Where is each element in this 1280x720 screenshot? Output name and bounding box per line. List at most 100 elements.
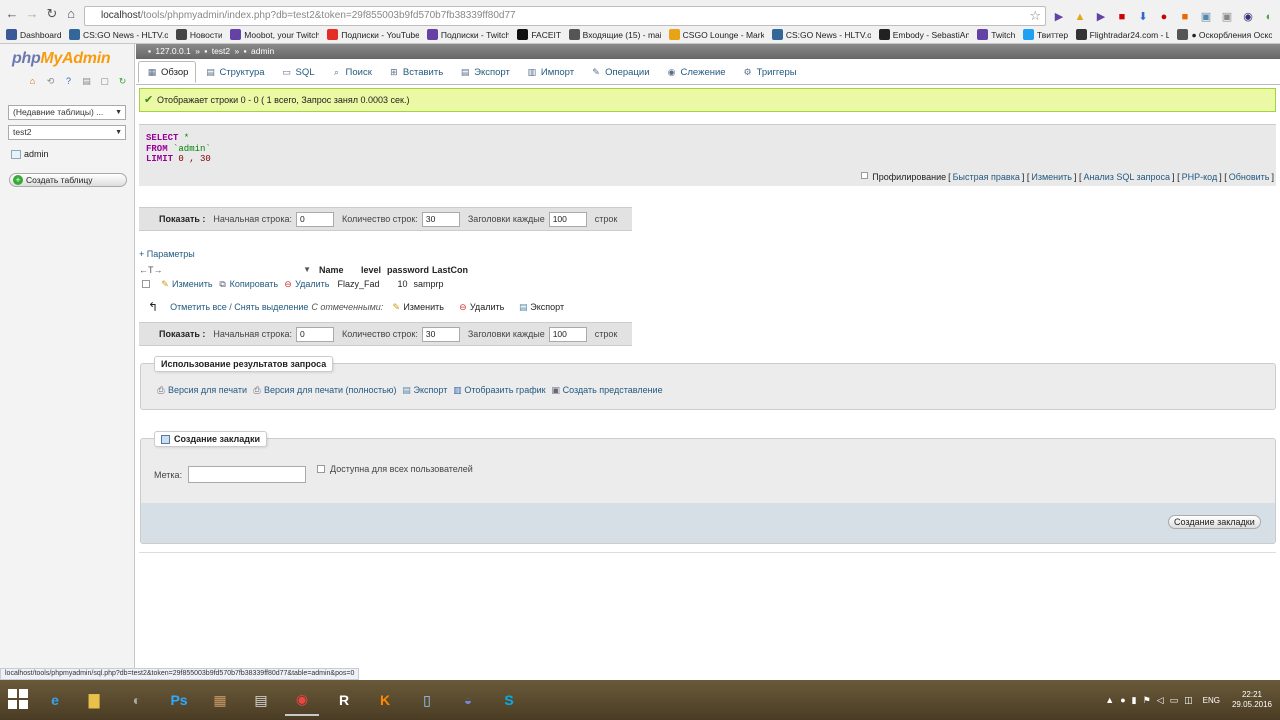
- check-all-link[interactable]: Отметить все / Снять выделение: [170, 302, 308, 312]
- back-arrow-icon[interactable]: ←: [4, 5, 20, 23]
- column-header-lastcon[interactable]: LastCon: [428, 265, 468, 275]
- lounge-extension-icon[interactable]: ▲: [1071, 9, 1089, 25]
- selected-export-button[interactable]: ▤ Экспорт: [518, 302, 564, 312]
- tab-7[interactable]: ✎ Операции: [582, 61, 657, 83]
- language-indicator[interactable]: ENG: [1203, 696, 1220, 705]
- row-delete-link[interactable]: ⊖ Удалить: [283, 279, 329, 289]
- breadcrumb-db[interactable]: test2: [212, 46, 230, 56]
- recent-tables-select[interactable]: (Недавние таблицы) ... ▼: [8, 105, 126, 120]
- flag-icon[interactable]: ⚑: [1143, 695, 1151, 706]
- explorer-icon[interactable]: ▇: [77, 684, 111, 716]
- column-resize-arrows[interactable]: ←T→ ▼: [139, 265, 315, 275]
- bookmark-item[interactable]: CS:GO News - HLTV.o: [771, 26, 871, 43]
- selected-delete-button[interactable]: ⊖ Удалить: [458, 302, 504, 312]
- reload-icon[interactable]: ↻: [44, 5, 60, 23]
- bookmark-item[interactable]: Твиттер: [1022, 26, 1068, 43]
- bookmark-item[interactable]: Новости: [175, 26, 222, 43]
- ie-icon[interactable]: e: [38, 684, 72, 716]
- k-app-icon[interactable]: K: [368, 684, 402, 716]
- chat-icon[interactable]: ◫: [1184, 695, 1193, 706]
- address-bar[interactable]: localhost/tools/phpmyadmin/index.php?db=…: [84, 6, 1046, 26]
- tab-6[interactable]: ▥ Импорт: [518, 61, 582, 83]
- sort-dropdown-icon[interactable]: ▼: [303, 265, 311, 274]
- download-extension-icon[interactable]: ⬇: [1134, 9, 1152, 25]
- bookmark-item[interactable]: CSGO Lounge - Mark: [668, 26, 764, 43]
- repeat-headers-input[interactable]: 100: [548, 326, 587, 342]
- row-checkbox[interactable]: [142, 280, 150, 288]
- forward-arrow-icon[interactable]: →: [24, 5, 40, 23]
- php-code-link[interactable]: PHP-код: [1182, 172, 1218, 182]
- cell-level[interactable]: 10: [384, 279, 410, 289]
- skype-icon[interactable]: S: [492, 684, 526, 716]
- tab-2[interactable]: ▭ SQL: [273, 61, 323, 83]
- new-extension-icon[interactable]: ■: [1113, 9, 1131, 25]
- media-player-icon[interactable]: ◐: [120, 684, 154, 716]
- reload-nav-icon[interactable]: ↻: [117, 76, 128, 87]
- show-button[interactable]: Показать :: [159, 214, 205, 224]
- edit-query-link[interactable]: Изменить: [1031, 172, 1072, 182]
- tab-5[interactable]: ▤ Экспорт: [451, 61, 518, 83]
- discord-icon[interactable]: ◒: [451, 684, 485, 716]
- row-copy-link[interactable]: ⧉ Копировать: [218, 279, 278, 289]
- print-view-full-link[interactable]: ⎙ Версия для печати (полностью): [252, 385, 396, 395]
- cell-password[interactable]: samprp: [410, 279, 456, 289]
- bookmark-item[interactable]: Входящие (15) - mai: [568, 26, 661, 43]
- column-header-name[interactable]: Name: [315, 265, 357, 275]
- selected-edit-button[interactable]: ✎ Изменить: [391, 302, 444, 312]
- bookmark-item[interactable]: CS:GO News - HLTV.o: [69, 26, 168, 43]
- tray-expand-icon[interactable]: ▲: [1105, 695, 1114, 705]
- repeat-headers-input[interactable]: 100: [548, 211, 587, 227]
- adblock-extension-icon[interactable]: ●: [1155, 9, 1173, 25]
- vpn-extension-icon[interactable]: ◉: [1239, 9, 1257, 25]
- start-row-input[interactable]: 0: [295, 211, 334, 227]
- bookmark-item[interactable]: ● Оскорбления Оско: [1177, 26, 1272, 43]
- bookmark-public-option[interactable]: Доступна для всех пользователей: [317, 464, 473, 474]
- start-row-input[interactable]: 0: [295, 326, 334, 342]
- logout-icon[interactable]: ⟲: [45, 76, 56, 87]
- rss-extension-icon[interactable]: ■: [1176, 9, 1194, 25]
- bookmark-item[interactable]: Moobot, your Twitch: [230, 26, 319, 43]
- row-count-input[interactable]: 30: [421, 211, 460, 227]
- clock[interactable]: 22:21 29.05.2016: [1232, 690, 1272, 710]
- volume-icon[interactable]: ◁: [1157, 695, 1164, 706]
- cell-name[interactable]: Flazy_Fad: [334, 279, 384, 289]
- options-link[interactable]: + Параметры: [139, 249, 195, 259]
- quick-edit-link[interactable]: Быстрая правка: [953, 172, 1020, 182]
- help-icon[interactable]: ?: [63, 76, 74, 87]
- start-button[interactable]: [8, 689, 28, 709]
- steam-icon[interactable]: ●: [1120, 695, 1125, 705]
- bookmark-label-input[interactable]: [188, 466, 306, 483]
- translate-extension-icon[interactable]: ◐: [1260, 9, 1278, 25]
- bookmark-item[interactable]: Flightradar24.com - L: [1075, 26, 1169, 43]
- bookmark-item[interactable]: Подписки - Twitch: [426, 26, 509, 43]
- row-count-input[interactable]: 30: [421, 326, 460, 342]
- settings-icon[interactable]: ▢: [99, 76, 110, 87]
- bookmark-public-checkbox[interactable]: [317, 465, 325, 473]
- notepad-icon[interactable]: ▯: [410, 684, 444, 716]
- print-view-link[interactable]: ⎙ Версия для печати: [156, 385, 247, 395]
- tab-3[interactable]: ⌕ Поиск: [323, 61, 380, 83]
- bookmark-item[interactable]: Twitch: [977, 26, 1015, 43]
- media-extension-icon[interactable]: ▶: [1092, 9, 1110, 25]
- create-bookmark-button[interactable]: Создание закладки: [1168, 515, 1261, 529]
- home-icon[interactable]: ⌂: [27, 76, 38, 87]
- bookmark-star-icon[interactable]: ☆: [1029, 7, 1041, 25]
- video-editor-icon[interactable]: ▤: [244, 684, 278, 716]
- profiling-checkbox[interactable]: [861, 172, 869, 179]
- create-view-link[interactable]: ▣ Создать представление: [551, 385, 662, 395]
- refresh-link[interactable]: Обновить: [1229, 172, 1270, 182]
- breadcrumb-table[interactable]: admin: [251, 46, 274, 56]
- database-select[interactable]: test2 ▼: [8, 125, 126, 140]
- r-app-icon[interactable]: R: [327, 684, 361, 716]
- tree-item-admin[interactable]: admin: [11, 149, 49, 159]
- chrome-icon[interactable]: ◉: [285, 684, 319, 716]
- row-edit-link[interactable]: ✎ Изменить: [160, 279, 212, 289]
- tab-0[interactable]: ▦ Обзор: [138, 61, 197, 83]
- twitch-extension-icon[interactable]: ▶: [1050, 9, 1068, 25]
- explain-sql-link[interactable]: Анализ SQL запроса: [1083, 172, 1170, 182]
- display-chart-link[interactable]: ▥ Отобразить график: [452, 385, 546, 395]
- create-table-button[interactable]: + Создать таблицу: [9, 173, 127, 187]
- phpmyadmin-logo[interactable]: phpMyAdmin: [12, 50, 111, 68]
- tab-9[interactable]: ⚙ Триггеры: [734, 61, 805, 83]
- column-header-level[interactable]: level: [357, 265, 383, 275]
